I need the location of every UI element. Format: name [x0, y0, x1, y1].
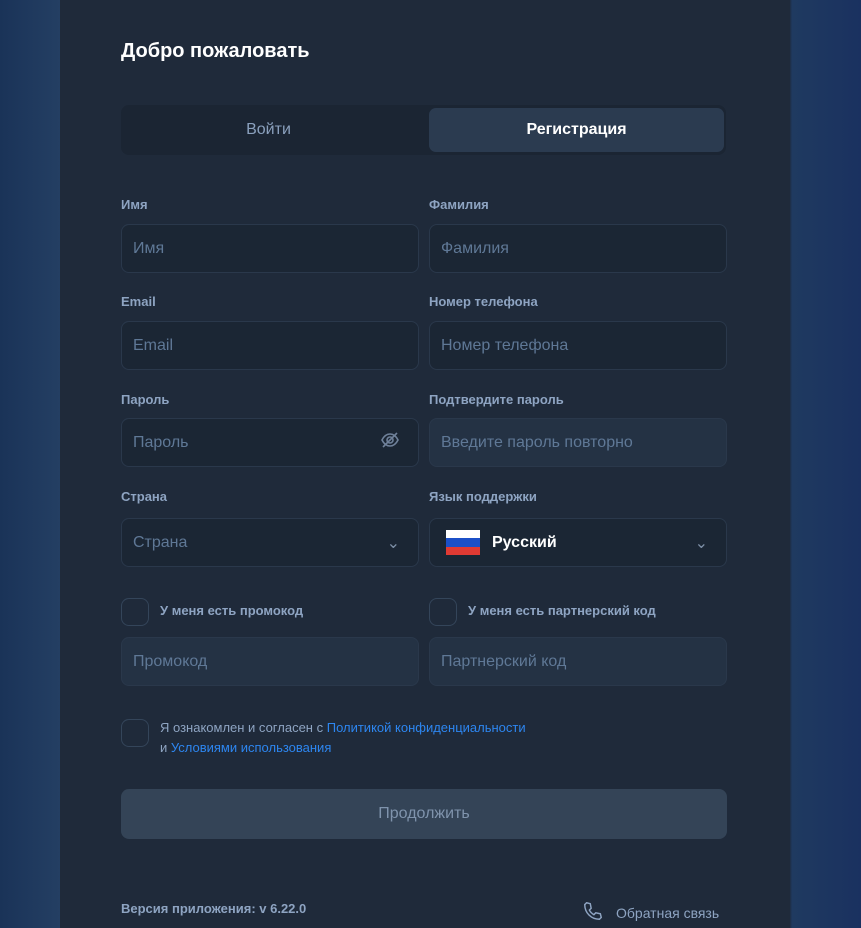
language-select[interactable]: Русский ⌄ [429, 518, 727, 567]
tab-register[interactable]: Регистрация [429, 108, 724, 152]
eye-off-icon[interactable] [380, 430, 400, 455]
first-name-input[interactable]: Имя [121, 224, 419, 273]
privacy-policy-link[interactable]: Политикой конфиденциальности [327, 720, 526, 735]
email-input[interactable]: Email [121, 321, 419, 370]
agree-checkbox[interactable] [121, 719, 149, 747]
placeholder: Пароль [133, 433, 189, 451]
tab-login[interactable]: Войти [121, 108, 416, 152]
promo-input[interactable]: Промокод [121, 637, 419, 686]
password-input[interactable]: Пароль [121, 418, 419, 467]
last-name-input[interactable]: Фамилия [429, 224, 727, 273]
promo-checkbox[interactable] [121, 598, 149, 626]
app-version: Версия приложения: v 6.22.0 [121, 901, 307, 916]
feedback-link[interactable]: Обратная связь [582, 900, 719, 925]
confirm-password-label: Подтвердите пароль [429, 392, 564, 407]
language-label: Язык поддержки [429, 489, 537, 504]
selected-language: Русский [492, 533, 557, 551]
feedback-label: Обратная связь [616, 904, 720, 921]
russia-flag-icon [446, 530, 480, 555]
promo-checkbox-label: У меня есть промокод [160, 603, 304, 618]
partner-checkbox-label: У меня есть партнерский код [468, 603, 656, 618]
placeholder: Промокод [133, 652, 208, 670]
placeholder: Страна [133, 533, 188, 551]
page-title: Добро пожаловать [121, 40, 310, 62]
partner-input[interactable]: Партнерский код [429, 637, 727, 686]
agree-text-1: Я ознакомлен и согласен с [160, 720, 327, 735]
phone-icon [582, 900, 604, 925]
terms-link[interactable]: Условиями использования [171, 740, 332, 755]
continue-button[interactable]: Продолжить [121, 789, 727, 839]
password-label: Пароль [121, 392, 170, 407]
placeholder: Партнерский код [441, 652, 567, 670]
placeholder: Имя [133, 239, 165, 257]
last-name-label: Фамилия [429, 197, 489, 212]
confirm-password-input[interactable]: Введите пароль повторно [429, 418, 727, 467]
email-label: Email [121, 294, 156, 309]
placeholder: Email [133, 336, 174, 354]
placeholder: Введите пароль повторно [441, 433, 633, 451]
placeholder: Номер телефона [441, 336, 569, 354]
phone-input[interactable]: Номер телефона [429, 321, 727, 370]
country-label: Страна [121, 489, 168, 504]
placeholder: Фамилия [441, 239, 509, 257]
chevron-down-icon: ⌄ [386, 534, 400, 552]
first-name-label: Имя [121, 197, 148, 212]
agree-text-2: и [160, 740, 171, 755]
registration-card: Добро пожаловать Войти Регистрация Имя И… [60, 0, 790, 928]
auth-tabs: Войти Регистрация [121, 105, 726, 155]
chevron-down-icon: ⌄ [694, 534, 708, 552]
country-select[interactable]: Страна ⌄ [121, 518, 419, 567]
partner-checkbox[interactable] [429, 598, 457, 626]
phone-label: Номер телефона [429, 294, 538, 309]
agree-text: Я ознакомлен и согласен с Политикой конф… [160, 718, 526, 758]
